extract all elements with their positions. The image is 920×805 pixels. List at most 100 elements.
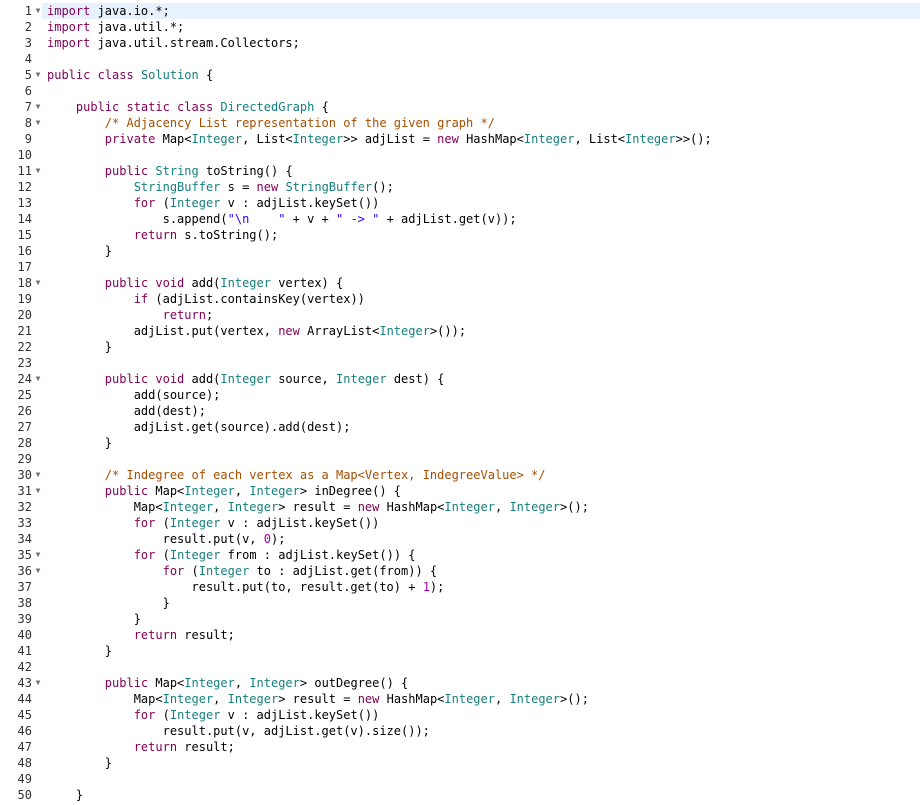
line-number: 46: [17, 724, 32, 738]
code-token: result;: [177, 628, 235, 642]
gutter-row: 19: [0, 291, 42, 307]
code-line[interactable]: adjList.get(source).add(dest);: [42, 419, 920, 435]
code-editor[interactable]: 1 ▼ 2 3 4 5 ▼ 6 7 ▼ 8 ▼ 9 10 11 ▼ 12 13 14 15 16 17 18 ▼ 19 20 21 2…: [0, 0, 920, 805]
chevron-down-icon[interactable]: ▼: [34, 563, 42, 579]
code-line[interactable]: return result;: [42, 739, 920, 755]
code-line[interactable]: add(dest);: [42, 403, 920, 419]
code-line[interactable]: return;: [42, 307, 920, 323]
code-line[interactable]: public void add(Integer vertex) {: [42, 275, 920, 291]
chevron-down-icon[interactable]: ▼: [34, 115, 42, 131]
code-line[interactable]: for (Integer v : adjList.keySet()): [42, 707, 920, 723]
code-token: 1: [422, 580, 430, 594]
code-line[interactable]: for (Integer v : adjList.keySet()): [42, 195, 920, 211]
code-token: v : adjList.keySet()): [220, 196, 380, 210]
line-number: 42: [17, 660, 32, 674]
code-line[interactable]: }: [42, 611, 920, 627]
code-area[interactable]: import java.io.*; import java.util.*; impo…: [42, 3, 920, 803]
gutter-row: 28: [0, 435, 42, 451]
code-line[interactable]: s.append("\n " + v + " -> " + adjList.ge…: [42, 211, 920, 227]
code-line[interactable]: return result;: [42, 627, 920, 643]
code-line[interactable]: [42, 451, 920, 467]
chevron-down-icon[interactable]: ▼: [34, 371, 42, 387]
line-number: 43: [17, 676, 32, 690]
code-line[interactable]: result.put(v, adjList.get(v).size());: [42, 723, 920, 739]
code-line[interactable]: result.put(to, result.get(to) + 1);: [42, 579, 920, 595]
code-line[interactable]: for (Integer v : adjList.keySet()): [42, 515, 920, 531]
code-line[interactable]: public class Solution {: [42, 67, 920, 83]
line-number: 8: [24, 116, 32, 130]
code-line[interactable]: }: [42, 755, 920, 771]
code-token: Integer: [249, 676, 300, 690]
gutter-row: 49: [0, 771, 42, 787]
gutter-row: 48: [0, 755, 42, 771]
chevron-down-icon[interactable]: ▼: [34, 99, 42, 115]
chevron-down-icon[interactable]: ▼: [34, 675, 42, 691]
code-line[interactable]: for (Integer to : adjList.get(from)) {: [42, 563, 920, 579]
code-line[interactable]: return s.toString();: [42, 227, 920, 243]
code-line[interactable]: /* Adjacency List representation of the …: [42, 115, 920, 131]
code-line[interactable]: [42, 355, 920, 371]
code-line[interactable]: [42, 51, 920, 67]
code-token: new: [256, 180, 279, 194]
chevron-down-icon[interactable]: ▼: [34, 67, 42, 83]
chevron-down-icon[interactable]: ▼: [34, 547, 42, 563]
code-line[interactable]: import java.util.*;: [42, 19, 920, 35]
code-line[interactable]: [42, 771, 920, 787]
code-token: /* Indegree of each vertex as a Map<Vert…: [104, 468, 546, 482]
code-line[interactable]: }: [42, 595, 920, 611]
code-line[interactable]: public Map<Integer, Integer> outDegree()…: [42, 675, 920, 691]
code-line[interactable]: }: [42, 643, 920, 659]
gutter-row: 38: [0, 595, 42, 611]
chevron-down-icon[interactable]: ▼: [34, 483, 42, 499]
code-line[interactable]: Map<Integer, Integer> result = new HashM…: [42, 691, 920, 707]
code-line[interactable]: import java.util.stream.Collectors;: [42, 35, 920, 51]
code-token: public: [104, 164, 149, 178]
code-line[interactable]: StringBuffer s = new StringBuffer();: [42, 179, 920, 195]
code-token: ,: [234, 484, 250, 498]
code-token: ();: [372, 180, 394, 194]
code-token: Integer: [198, 564, 250, 578]
code-line[interactable]: [42, 147, 920, 163]
code-line[interactable]: }: [42, 243, 920, 259]
code-line[interactable]: }: [42, 787, 920, 803]
code-token: >> adjList =: [343, 132, 438, 146]
code-line[interactable]: }: [42, 435, 920, 451]
code-token: add(dest);: [47, 404, 206, 418]
code-line[interactable]: public String toString() {: [42, 163, 920, 179]
chevron-down-icon[interactable]: ▼: [34, 3, 42, 19]
code-line[interactable]: result.put(v, 0);: [42, 531, 920, 547]
line-number: 17: [17, 260, 32, 274]
line-number: 7: [24, 100, 32, 114]
code-line[interactable]: import java.io.*;: [42, 3, 920, 19]
code-token: , List<: [242, 132, 293, 146]
code-token: vertex) {: [270, 276, 344, 290]
code-line[interactable]: public Map<Integer, Integer> inDegree() …: [42, 483, 920, 499]
code-line[interactable]: public void add(Integer source, Integer …: [42, 371, 920, 387]
code-line[interactable]: public static class DirectedGraph {: [42, 99, 920, 115]
code-line[interactable]: /* Indegree of each vertex as a Map<Vert…: [42, 467, 920, 483]
code-line[interactable]: adjList.put(vertex, new ArrayList<Intege…: [42, 323, 920, 339]
code-line[interactable]: Map<Integer, Integer> result = new HashM…: [42, 499, 920, 515]
code-line[interactable]: if (adjList.containsKey(vertex)): [42, 291, 920, 307]
code-line[interactable]: [42, 659, 920, 675]
chevron-down-icon[interactable]: ▼: [34, 163, 42, 179]
chevron-down-icon[interactable]: ▼: [34, 275, 42, 291]
code-line[interactable]: private Map<Integer, List<Integer>> adjL…: [42, 131, 920, 147]
code-token: Integer: [379, 324, 430, 338]
gutter-row: 29: [0, 451, 42, 467]
code-token: {: [314, 100, 329, 114]
code-line[interactable]: add(source);: [42, 387, 920, 403]
code-line[interactable]: [42, 83, 920, 99]
code-line[interactable]: for (Integer from : adjList.keySet()) {: [42, 547, 920, 563]
line-number: 48: [17, 756, 32, 770]
code-line[interactable]: [42, 259, 920, 275]
code-line[interactable]: }: [42, 339, 920, 355]
code-token: Integer: [336, 372, 387, 386]
chevron-down-icon[interactable]: ▼: [34, 467, 42, 483]
line-number: 45: [17, 708, 32, 722]
